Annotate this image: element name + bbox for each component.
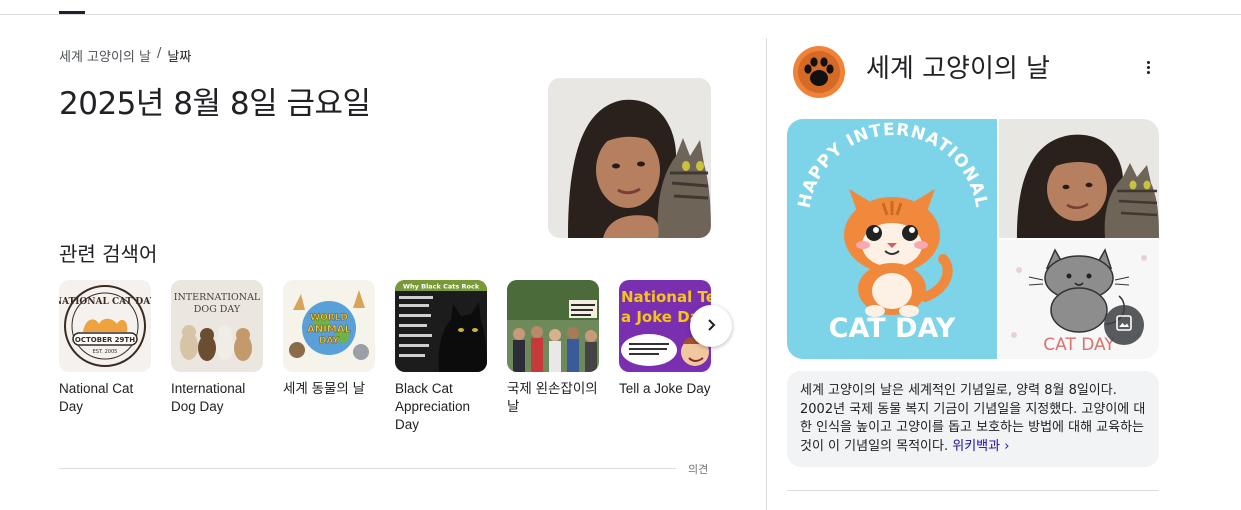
knowledge-panel-divider [787,490,1159,491]
breadcrumb-current: 날짜 [167,50,192,65]
knowledge-panel-title: 세계 고양이의 날 [866,54,1050,84]
header-divider [0,14,1241,15]
related-thumb-national-cat-day: NATIONAL CAT DAY OCTOBER 29TH EST. 2005 [59,280,151,372]
section-divider [59,468,676,469]
breadcrumb-parent[interactable]: 세계 고양이의 날 [59,46,151,65]
more-options-button[interactable] [1138,56,1158,78]
thumb-text-national-cat-day: NATIONAL CAT DAY [59,297,151,307]
related-item-international-dog-day[interactable]: INTERNATIONAL DOG DAY International Dog … [171,280,263,416]
related-thumb-world-animal-day: WORLD ANIMAL DAY [283,280,375,372]
carousel-next-button[interactable] [690,305,732,347]
knowledge-panel-description: 세계 고양이의 날은 세계적인 기념일로, 양력 8월 8일이다. 2002년 … [787,371,1159,467]
wikipedia-link[interactable]: 위키백과 › [952,439,1009,454]
bottom-right-image-text: CAT DAY [1043,335,1115,355]
column-divider [766,38,767,510]
image-icon [1115,314,1133,336]
page-title: 2025년 8월 8일 금요일 [59,86,371,122]
thumb-text-day: DAY [319,336,340,346]
image-happy-international-cat-day[interactable]: HAPPY INTERNATIONAL CAT DAY [787,119,997,359]
related-searches-carousel: NATIONAL CAT DAY OCTOBER 29TH EST. 2005 … [59,280,711,450]
paw-icon [793,46,845,102]
related-searches-heading: 관련 검색어 [59,242,158,266]
thumb-text-why-black-cats-rock: Why Black Cats Rock [403,283,480,291]
main-image-cat-day-text: CAT DAY [829,313,956,344]
thumb-text-est: EST. 2005 [93,349,118,355]
breadcrumb: 세계 고양이의 날 / 날짜 [59,46,191,65]
feedback-link[interactable]: 의견 [688,461,708,477]
related-item-label: 세계 동물의 날 [283,381,366,396]
thumb-text-national-tell: National Tell [621,288,711,306]
thumb-text-animal: ANIMAL [307,324,352,335]
related-thumb-black-cat: Why Black Cats Rock [395,280,487,372]
chevron-right-icon [704,317,718,336]
hero-photo-girl-with-cat[interactable] [548,78,711,238]
related-thumb-international-dog-day: INTERNATIONAL DOG DAY [171,280,263,372]
thumb-text-international: INTERNATIONAL [174,292,261,303]
related-item-national-cat-day[interactable]: NATIONAL CAT DAY OCTOBER 29TH EST. 2005 … [59,280,151,416]
related-item-lefthanders-day[interactable]: 국제 왼손잡이의 날 [507,280,599,416]
image-girl-with-cat[interactable] [999,119,1159,238]
related-item-label: Black Cat Appreciation Day [395,381,471,432]
more-vert-icon [1146,60,1150,74]
related-item-label: 국제 왼손잡이의 날 [507,381,598,414]
related-thumb-lefthanders [507,280,599,372]
related-item-label: Tell a Joke Day [619,381,711,396]
related-item-black-cat-appreciation-day[interactable]: Why Black Cats Rock Black Cat Appreciati… [395,280,487,434]
related-item-world-animal-day[interactable]: WORLD ANIMAL DAY 세계 동물의 날 [283,280,375,398]
thumb-text-world: WORLD [310,313,348,323]
thumb-text-october: OCTOBER 29TH [75,336,135,344]
more-images-button[interactable] [1104,305,1144,345]
related-item-label: National Cat Day [59,381,134,414]
knowledge-panel-logo [793,46,845,98]
breadcrumb-separator: / [157,46,162,61]
thumb-text-dog-day: DOG DAY [194,304,241,315]
related-item-label: International Dog Day [171,381,246,414]
